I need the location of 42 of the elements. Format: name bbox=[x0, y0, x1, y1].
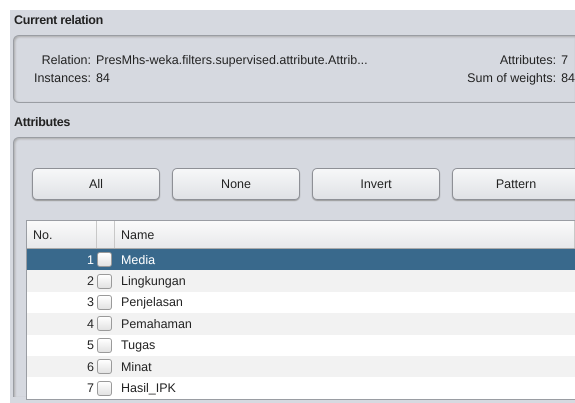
section-title: Attributes bbox=[13, 114, 72, 131]
table-row[interactable]: 5 Tugas bbox=[27, 334, 575, 356]
relation-value: PresMhs-weka.filters.supervised.attribute.Attrib... bbox=[96, 53, 369, 67]
row-number: 3 bbox=[86, 295, 95, 310]
instances-value: 84 bbox=[96, 71, 111, 85]
attribute-name: Tugas bbox=[120, 338, 156, 352]
attribute-name: Hasil_IPK bbox=[120, 381, 177, 396]
attribute-name: Penjelasan bbox=[120, 295, 184, 310]
attribute-name: Media bbox=[120, 252, 156, 267]
attribute-name: Pemahaman bbox=[120, 316, 193, 331]
column-header[interactable]: No. bbox=[27, 221, 97, 248]
relation-label: Relation: bbox=[40, 53, 91, 67]
table-row[interactable]: 6 Minat bbox=[27, 356, 575, 378]
checkbox[interactable] bbox=[97, 274, 112, 289]
table-row[interactable]: 1 Media bbox=[27, 249, 575, 270]
row-number: 4 bbox=[86, 316, 95, 331]
checkbox[interactable] bbox=[97, 294, 112, 310]
instances-label: Instances: bbox=[34, 71, 91, 85]
checkbox[interactable] bbox=[97, 316, 112, 332]
checkbox[interactable] bbox=[97, 359, 112, 374]
select-button[interactable]: Pattern bbox=[452, 168, 575, 200]
attribute-name: Minat bbox=[120, 360, 153, 374]
select-button[interactable]: All bbox=[32, 168, 160, 200]
row-number: 6 bbox=[86, 360, 95, 374]
row-number: 5 bbox=[86, 338, 95, 352]
checkbox[interactable] bbox=[97, 338, 112, 353]
row-number: 7 bbox=[86, 381, 95, 396]
checkbox[interactable] bbox=[97, 252, 112, 268]
table-row[interactable]: 2 Lingkungan bbox=[27, 270, 575, 292]
select-button[interactable]: None bbox=[172, 168, 300, 200]
checkbox[interactable] bbox=[97, 380, 112, 396]
attributes-value: 7 bbox=[561, 53, 570, 67]
select-button[interactable]: Invert bbox=[312, 168, 440, 200]
row-number: 2 bbox=[86, 274, 95, 288]
table-row[interactable]: 4 Pemahaman bbox=[27, 313, 575, 335]
attributes-label: Attributes: bbox=[498, 53, 556, 67]
weights-label: Sum of weights: bbox=[467, 71, 556, 85]
section-title: Current relation bbox=[13, 12, 104, 29]
row-number: 1 bbox=[86, 252, 95, 267]
attribute-name: Lingkungan bbox=[120, 274, 187, 288]
column-header[interactable]: Name bbox=[115, 221, 575, 248]
weights-value: 84 bbox=[561, 71, 575, 85]
